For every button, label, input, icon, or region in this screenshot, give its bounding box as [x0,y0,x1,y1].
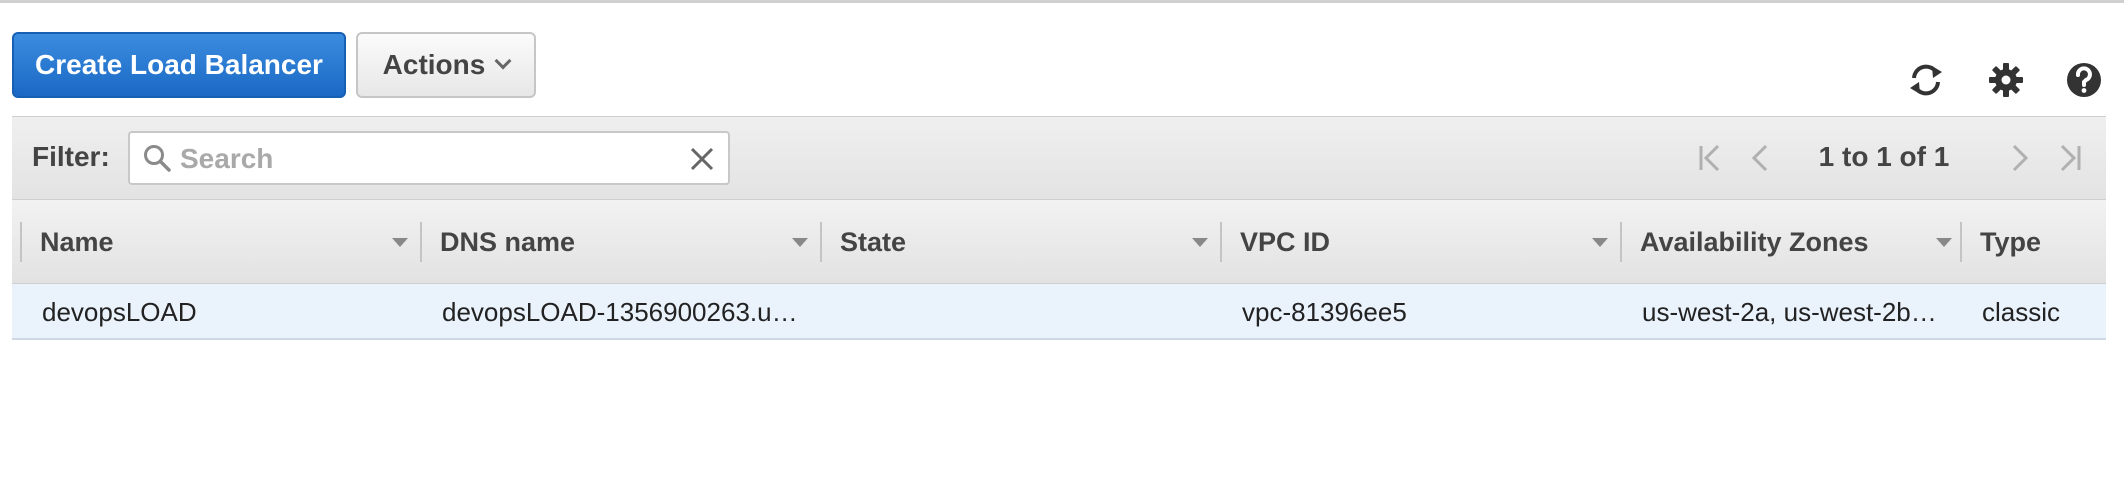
filter-bar: Filter: 1 to 1 of 1 [12,116,2106,200]
pagination: 1 to 1 of 1 [1686,117,2106,201]
column-separator [20,222,22,262]
column-separator [1220,222,1222,262]
column-separator [420,222,422,262]
column-label: Type [1980,226,2042,257]
last-page-icon[interactable] [2052,141,2086,175]
sort-caret-icon[interactable] [1592,238,1608,247]
filter-label: Filter: [32,141,110,172]
cell-vpc-id: vpc-81396ee5 [1242,296,1407,327]
search-box[interactable] [128,131,730,185]
refresh-icon[interactable] [1904,58,1948,102]
column-separator [1960,222,1962,262]
cell-dns-name: devopsLOAD-1356900263.u… [442,296,798,327]
column-label: DNS name [440,226,576,257]
table-header: Name DNS name State VPC ID Availability … [12,200,2106,284]
previous-page-icon[interactable] [1744,141,1778,175]
search-input[interactable] [180,139,660,179]
column-label: Availability Zones [1640,226,1869,257]
chevron-down-icon [494,52,512,70]
column-header-state[interactable]: State [820,200,1220,284]
next-page-icon[interactable] [2002,141,2036,175]
sort-caret-icon[interactable] [1192,238,1208,247]
settings-icon[interactable] [1984,58,2028,102]
column-label: State [840,226,907,257]
column-label: VPC ID [1240,226,1331,257]
load-balancers-table: Name DNS name State VPC ID Availability … [12,200,2106,340]
clear-search-icon[interactable] [688,145,716,173]
table-row[interactable]: devopsLOAD devopsLOAD-1356900263.u… vpc-… [12,284,2106,340]
help-icon[interactable] [2062,58,2106,102]
sort-caret-icon[interactable] [1936,238,1952,247]
column-header-name[interactable]: Name [20,200,420,284]
column-label: Name [40,226,114,257]
cell-availability-zones: us-west-2a, us-west-2b… [1642,296,1937,327]
top-border [0,0,2124,3]
column-header-availability-zones[interactable]: Availability Zones [1620,200,1960,284]
create-load-balancer-button[interactable]: Create Load Balancer [12,32,346,98]
column-separator [820,222,822,262]
first-page-icon[interactable] [1694,141,1728,175]
cell-name: devopsLOAD [42,296,197,327]
create-load-balancer-label: Create Load Balancer [35,49,323,80]
sort-caret-icon[interactable] [792,238,808,247]
cell-type: classic [1982,296,2061,327]
column-header-type[interactable]: Type [1960,200,2106,284]
column-separator [1620,222,1622,262]
column-header-dns-name[interactable]: DNS name [420,200,820,284]
pagination-text: 1 to 1 of 1 [1818,141,1950,172]
actions-dropdown-button[interactable]: Actions [356,32,536,98]
actions-label: Actions [382,49,486,80]
sort-caret-icon[interactable] [392,238,408,247]
search-icon [144,145,171,172]
column-header-vpc-id[interactable]: VPC ID [1220,200,1620,284]
